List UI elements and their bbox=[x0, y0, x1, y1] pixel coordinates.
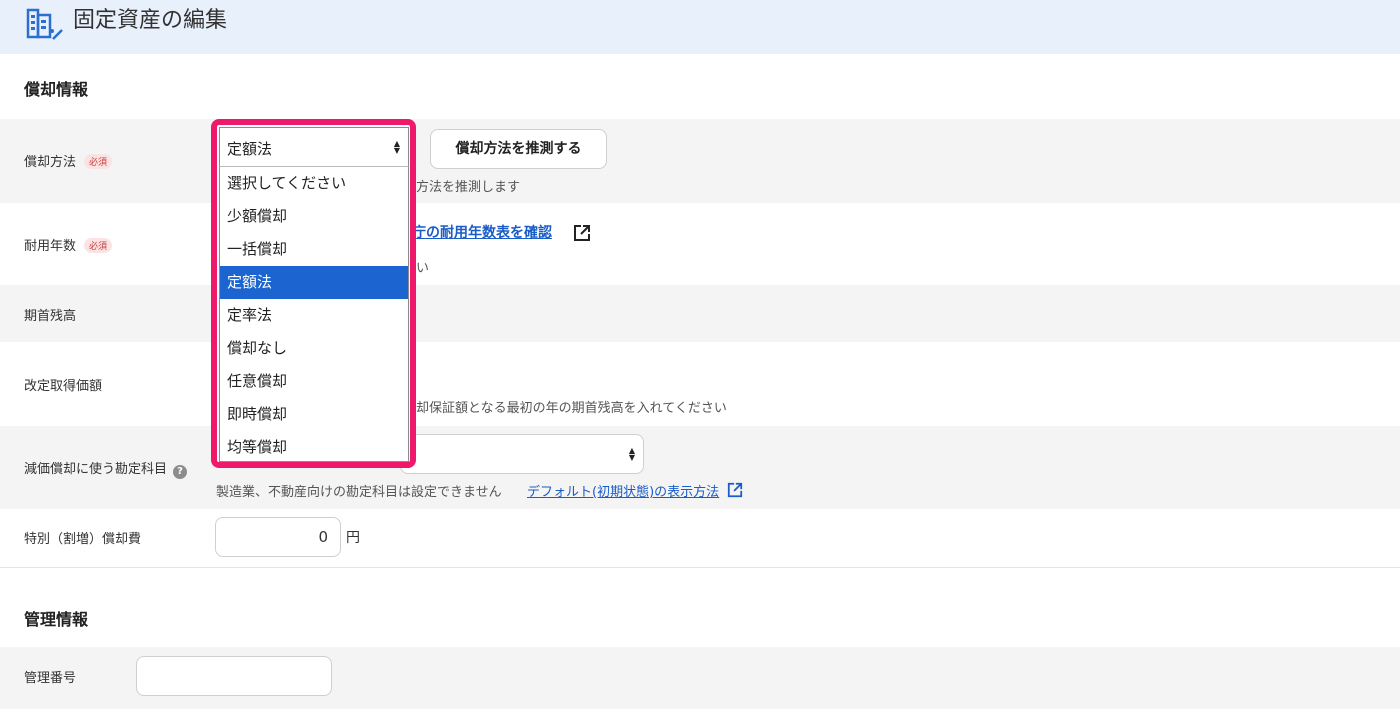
select-arrows-icon: ▲ ▼ bbox=[393, 139, 400, 155]
account-hint: 製造業、不動産向けの勘定科目は設定できません bbox=[216, 485, 502, 500]
depreciation-method-label: 償却方法 必須 bbox=[24, 151, 113, 170]
opening-balance-label: 期首残高 bbox=[24, 309, 77, 324]
depreciation-method-options[interactable]: 選択してください 少額償却 一括償却 定額法 定率法 償却なし 任意償却 即時償… bbox=[219, 167, 409, 462]
method-option[interactable]: 任意償却 bbox=[220, 365, 408, 398]
useful-life-hint: い bbox=[416, 261, 430, 276]
method-option[interactable]: 均等償却 bbox=[220, 431, 408, 464]
method-option-selected[interactable]: 定額法 bbox=[220, 266, 408, 299]
external-link-icon[interactable] bbox=[727, 482, 743, 498]
asset-edit-icon bbox=[26, 8, 63, 40]
depreciation-section-title: 償却情報 bbox=[24, 80, 89, 99]
default-display-link[interactable]: デフォルト(初期状態)の表示方法 bbox=[527, 481, 719, 500]
method-option[interactable]: 即時償却 bbox=[220, 398, 408, 431]
required-badge: 必須 bbox=[84, 154, 113, 169]
special-depreciation-input[interactable]: 0 bbox=[215, 517, 341, 557]
required-badge: 必須 bbox=[84, 238, 113, 253]
select-arrows-icon: ▲ ▼ bbox=[628, 446, 635, 462]
revised-cost-label: 改定取得価額 bbox=[24, 379, 103, 394]
page-title: 固定資産の編集 bbox=[73, 8, 228, 33]
management-section-title: 管理情報 bbox=[24, 610, 89, 629]
depreciation-method-select[interactable]: 定額法 ▲ ▼ bbox=[219, 127, 409, 167]
guess-method-hint: 方法を推測します bbox=[416, 180, 521, 195]
special-depreciation-label: 特別（割増）償却費 bbox=[24, 532, 142, 547]
useful-life-row bbox=[0, 203, 1400, 285]
opening-balance-row bbox=[0, 285, 1400, 342]
method-option[interactable]: 定率法 bbox=[220, 299, 408, 332]
method-option[interactable]: 選択してください bbox=[220, 167, 408, 200]
management-number-input[interactable] bbox=[136, 656, 332, 696]
method-option[interactable]: 少額償却 bbox=[220, 200, 408, 233]
section-divider bbox=[0, 567, 1400, 568]
revised-cost-hint: 却保証額となる最初の年の期首残高を入れてください bbox=[416, 401, 727, 416]
depreciation-method-row bbox=[0, 119, 1400, 203]
external-link-icon[interactable] bbox=[573, 224, 591, 242]
guess-method-button[interactable]: 償却方法を推測する bbox=[430, 129, 607, 169]
account-select[interactable]: ▲ ▼ bbox=[400, 434, 644, 474]
selected-method-value: 定額法 bbox=[227, 140, 273, 158]
page-header: 固定資産の編集 bbox=[0, 0, 1400, 54]
account-label: 減価償却に使う勘定科目? bbox=[24, 458, 188, 479]
management-number-label: 管理番号 bbox=[24, 671, 77, 686]
useful-life-label: 耐用年数 必須 bbox=[24, 235, 113, 254]
help-icon[interactable]: ? bbox=[173, 465, 188, 479]
useful-life-table-link[interactable]: 庁の耐用年数表を確認 bbox=[412, 222, 552, 242]
method-option[interactable]: 償却なし bbox=[220, 332, 408, 365]
method-option[interactable]: 一括償却 bbox=[220, 233, 408, 266]
yen-unit: 円 bbox=[346, 530, 360, 546]
special-depreciation-row bbox=[0, 509, 1400, 567]
